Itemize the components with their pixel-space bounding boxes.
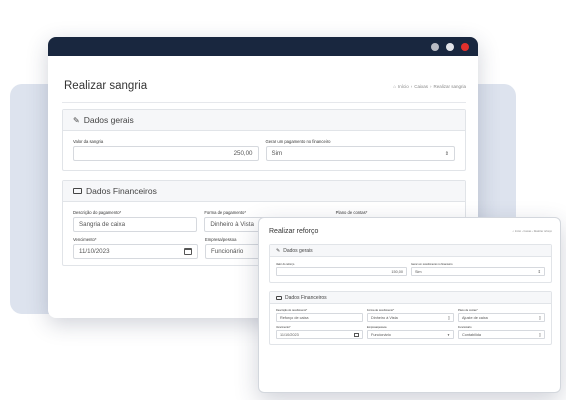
- breadcrumb-separator: ›: [410, 83, 413, 89]
- field-label: Valor da sangria: [73, 139, 104, 144]
- edit-icon: ✎: [276, 247, 281, 254]
- trash-icon[interactable]: ▯: [448, 315, 450, 320]
- chevron-down-icon: ▼: [447, 332, 450, 337]
- select-value: Funcionário: [371, 332, 391, 337]
- window-dot-icon[interactable]: [446, 42, 454, 51]
- select-arrows-icon: ⇕: [444, 150, 449, 157]
- gerar-pagamento-select[interactable]: Sim ⇕: [265, 146, 455, 161]
- dados-gerais-card: ✎ Dados gerais Valor da sangria 250,00 G…: [62, 109, 466, 171]
- breadcrumb-item: Realizar reforço: [533, 229, 552, 233]
- select-value: Sim: [415, 269, 422, 274]
- breadcrumb-item[interactable]: Início: [515, 230, 521, 233]
- breadcrumb-item[interactable]: Início: [398, 84, 409, 89]
- breadcrumb-item: Realizar sangria: [433, 83, 466, 89]
- date-value: 11/10/2023: [280, 332, 299, 337]
- breadcrumb-item[interactable]: Caixas: [414, 84, 428, 89]
- page-header: Realizar sangria ⌂ Início › Caixas › Rea…: [48, 70, 478, 102]
- money-icon: [73, 188, 82, 194]
- forma-recebimento-select[interactable]: Dinheiro à Vista ▯: [367, 313, 454, 322]
- window-dot-icon[interactable]: [431, 42, 439, 51]
- select-value: Ajuste de caixa: [462, 315, 488, 320]
- stage: Realizar sangria ⌂ Início › Caixas › Rea…: [0, 0, 566, 400]
- dados-gerais-card: ✎ Dados gerais Valor do reforço 150,00 G…: [269, 244, 552, 283]
- descricao-input[interactable]: Reforço de caixa: [276, 313, 363, 322]
- field-label: Forma de recebimento*: [367, 309, 395, 312]
- breadcrumb: ⌂ Início › Caixas › Realizar reforço: [513, 230, 552, 233]
- calendar-icon[interactable]: [184, 248, 192, 255]
- reforco-window: Realizar reforço ⌂ Início › Caixas › Rea…: [258, 217, 561, 393]
- gerar-recebimento-select[interactable]: Sim ⇕: [411, 267, 545, 276]
- vencimento-input[interactable]: 11/10/2023: [73, 244, 198, 259]
- breadcrumb: ⌂ Início › Caixas › Realizar sangria: [393, 84, 466, 89]
- card-header: Dados Financeiros: [270, 292, 551, 304]
- field-label: Descrição do pagamento*: [73, 210, 122, 215]
- vencimento-input[interactable]: 11/10/2023: [276, 330, 363, 339]
- field-label: Plano de contas*: [458, 309, 478, 312]
- date-value: 11/10/2023: [79, 248, 110, 255]
- funcionario-select[interactable]: Contabilida ▯: [458, 330, 545, 339]
- card-header: ✎ Dados gerais: [63, 110, 465, 131]
- trash-icon[interactable]: ▯: [539, 315, 541, 320]
- field-label: Plano de contas*: [335, 210, 368, 215]
- field-label: Gerar um recebimento no financeiro: [411, 263, 453, 266]
- page-title: Realizar reforço: [269, 227, 319, 235]
- field-label: Funcionário: [458, 326, 472, 329]
- money-icon: [276, 295, 282, 300]
- card-title: Dados gerais: [83, 115, 134, 125]
- descricao-input[interactable]: Sangria de caixa: [73, 217, 198, 232]
- field-label: Empresa/pessoa: [367, 326, 387, 329]
- card-header: Dados Financeiros: [63, 181, 465, 202]
- plano-contas-select[interactable]: Ajuste de caixa ▯: [458, 313, 545, 322]
- card-header: ✎ Dados gerais: [270, 245, 551, 257]
- valor-sangria-input[interactable]: 250,00: [73, 146, 259, 161]
- empresa-pessoa-select[interactable]: Funcionário ▼: [367, 330, 454, 339]
- breadcrumb-separator: ›: [429, 83, 432, 89]
- field-label: Descrição do recebimento*: [276, 309, 308, 312]
- field-label: Vencimento*: [73, 237, 97, 242]
- card-title: Dados gerais: [283, 247, 313, 254]
- trash-icon[interactable]: ▯: [539, 332, 541, 337]
- dados-financeiros-card: Dados Financeiros Descrição do recebimen…: [269, 291, 552, 345]
- select-value: Contabilida: [462, 332, 481, 337]
- valor-reforco-input[interactable]: 150,00: [276, 267, 408, 276]
- divider: [62, 102, 466, 103]
- edit-icon: ✎: [73, 115, 80, 125]
- card-title: Dados Financeiros: [86, 186, 157, 196]
- page-title: Realizar sangria: [64, 80, 148, 92]
- select-arrows-icon: ⇕: [537, 269, 541, 274]
- field-label: Vencimento*: [276, 326, 291, 329]
- select-value: Sim: [271, 150, 283, 157]
- select-value: Dinheiro à Vista: [371, 315, 398, 320]
- breadcrumb-item[interactable]: Caixas: [523, 230, 531, 233]
- page-header: Realizar reforço ⌂ Início › Caixas › Rea…: [259, 218, 560, 244]
- card-title: Dados Financeiros: [285, 294, 327, 301]
- home-icon: ⌂: [393, 83, 396, 89]
- field-label: Valor do reforço: [276, 263, 295, 266]
- window-close-icon[interactable]: [461, 42, 469, 51]
- field-label: Gerar um pagamento no financeiro: [265, 139, 331, 144]
- calendar-icon[interactable]: [354, 332, 359, 337]
- window-titlebar: [48, 37, 478, 56]
- field-label: Forma de pagamento*: [204, 210, 246, 215]
